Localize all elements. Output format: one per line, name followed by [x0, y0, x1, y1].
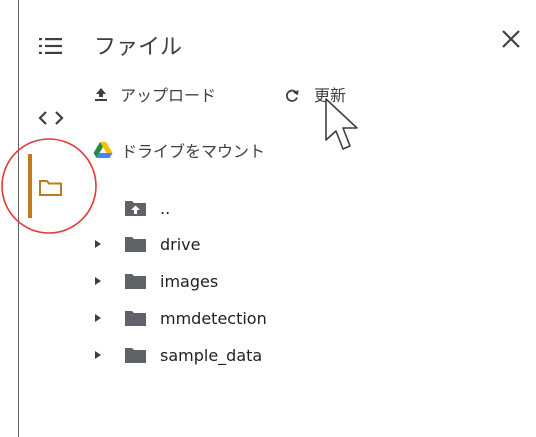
- sidebar-code-snippets-button[interactable]: [37, 108, 65, 128]
- tree-item-label: images: [160, 271, 219, 291]
- expand-arrow-icon[interactable]: [94, 239, 102, 249]
- code-brackets-icon: [38, 111, 64, 125]
- table-of-contents-icon: [39, 38, 62, 54]
- expand-arrow-icon[interactable]: [94, 350, 102, 360]
- panel-title: ファイル: [94, 35, 183, 60]
- tree-item-sample-data[interactable]: sample_data: [94, 343, 262, 367]
- tree-item-label: sample_data: [160, 345, 263, 365]
- mount-drive-label: ドライブをマウント: [121, 142, 266, 161]
- tree-parent-dir[interactable]: ..: [124, 196, 170, 220]
- sidebar-toc-button[interactable]: [38, 36, 64, 56]
- files-panel-screenshot: ファイル アップロード 更新 ドライブをマウント .. drive images…: [0, 0, 536, 437]
- expand-arrow-icon[interactable]: [94, 276, 102, 286]
- annotation-circle: [1, 138, 97, 234]
- google-drive-icon: [93, 142, 113, 158]
- folder-icon: [125, 311, 146, 326]
- tree-item-label: mmdetection: [160, 308, 267, 328]
- mount-drive-button[interactable]: ドライブをマウント: [93, 138, 265, 162]
- folder-icon: [125, 237, 146, 252]
- folder-icon: [125, 348, 146, 363]
- folder-up-icon: [125, 201, 146, 216]
- close-icon: [502, 30, 520, 48]
- tree-item-drive[interactable]: drive: [94, 232, 201, 256]
- refresh-icon: [286, 89, 299, 102]
- mouse-cursor-icon: [325, 98, 358, 150]
- tree-item-images[interactable]: images: [94, 269, 218, 293]
- tree-item-label: drive: [160, 234, 201, 254]
- upload-icon: [95, 88, 107, 101]
- close-button[interactable]: [499, 27, 523, 51]
- upload-label: アップロード: [120, 86, 217, 105]
- upload-button[interactable]: アップロード: [94, 82, 216, 106]
- parent-dir-label: ..: [160, 198, 171, 218]
- folder-icon: [125, 274, 146, 289]
- expand-arrow-icon[interactable]: [94, 313, 102, 323]
- tree-item-mmdetection[interactable]: mmdetection: [94, 306, 267, 330]
